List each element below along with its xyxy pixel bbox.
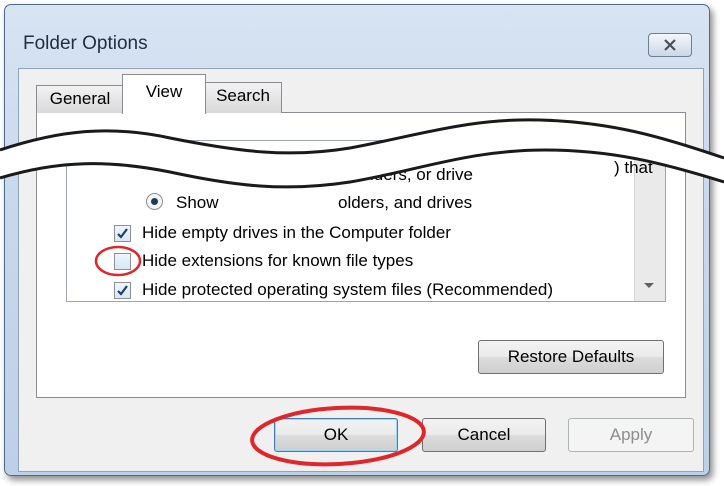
- partial-row-text-c: ) that: [614, 158, 653, 177]
- tab-search[interactable]: Search: [204, 82, 282, 113]
- screenshot-stage: Folder Options General Search View n and…: [0, 0, 724, 486]
- checkmark-icon: [117, 285, 128, 296]
- hide-empty-drives-checkbox[interactable]: [114, 225, 131, 242]
- checkmark-icon: [117, 228, 128, 239]
- apply-button[interactable]: Apply: [568, 418, 694, 452]
- tab-view[interactable]: View: [122, 74, 206, 114]
- hide-extensions-checkbox[interactable]: [114, 253, 131, 270]
- hide-protected-files-checkbox[interactable]: [114, 282, 131, 299]
- partial-row-text-a: n and: [244, 156, 287, 175]
- hide-extensions-label: Hide extensions for known file types: [142, 251, 414, 270]
- tab-general[interactable]: General: [36, 85, 124, 113]
- radio-selected-icon: [151, 198, 158, 205]
- window-title: Folder Options: [23, 33, 148, 54]
- ok-button[interactable]: OK: [274, 418, 398, 452]
- restore-defaults-button[interactable]: Restore Defaults: [478, 340, 664, 374]
- scroll-down-arrow-icon[interactable]: [644, 283, 654, 288]
- partial-row-2-text-b: olders, and drives: [338, 193, 473, 212]
- advanced-settings-list[interactable]: [66, 140, 666, 302]
- cancel-button[interactable]: Cancel: [422, 418, 546, 452]
- close-icon: [664, 39, 676, 51]
- close-button[interactable]: [648, 33, 692, 57]
- partial-row-text-b: lders, or drive: [370, 165, 473, 184]
- hide-empty-drives-label: Hide empty drives in the Computer folder: [142, 223, 451, 242]
- hide-protected-files-label: Hide protected operating system files (R…: [142, 280, 554, 299]
- partial-row-2-text-a: Show: [176, 193, 219, 212]
- show-hidden-radio[interactable]: [146, 193, 163, 210]
